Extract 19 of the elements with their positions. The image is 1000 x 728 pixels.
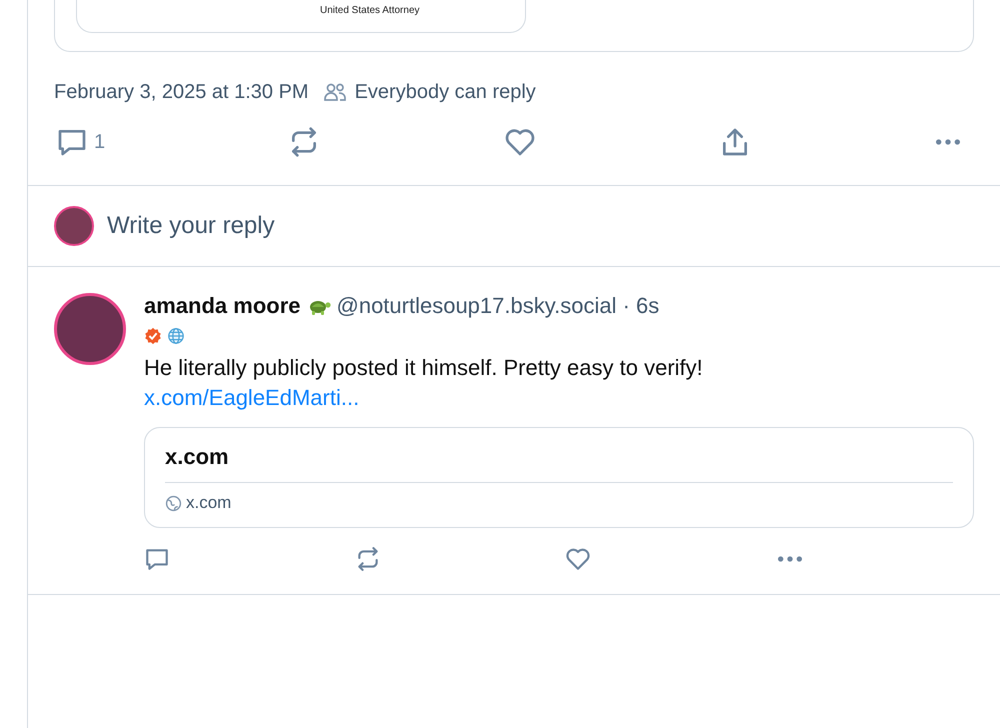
reply-input-field[interactable]: Write your reply [107,212,507,240]
verified-badge-icon [144,327,162,345]
post-link[interactable]: x.com/EagleEdMarti... [144,385,360,411]
more-options-icon[interactable] [934,137,962,147]
heart-icon[interactable] [565,546,592,572]
globe-icon [167,327,185,345]
link-card-domain: x.com [186,493,232,513]
handle-and-age[interactable]: @noturtlesoup17.bsky.social · 6s [336,293,660,319]
post-timestamp: February 3, 2025 at 1:30 PM [54,80,309,104]
more-options-icon[interactable] [776,554,804,564]
avatar [54,206,94,246]
reply-text: He literally publicly posted it himself. Pretty easy to verify! [144,355,704,381]
signature-title: United States Attorney [320,5,420,16]
globe-icon [165,494,182,512]
link-card-title: x.com [165,444,230,470]
reply-setting[interactable]: Everybody can reply [354,80,536,104]
reply-count: 1 [94,130,106,154]
link-preview-card[interactable]: x.com x.com [144,427,974,528]
display-name[interactable]: amanda moore [144,293,300,319]
